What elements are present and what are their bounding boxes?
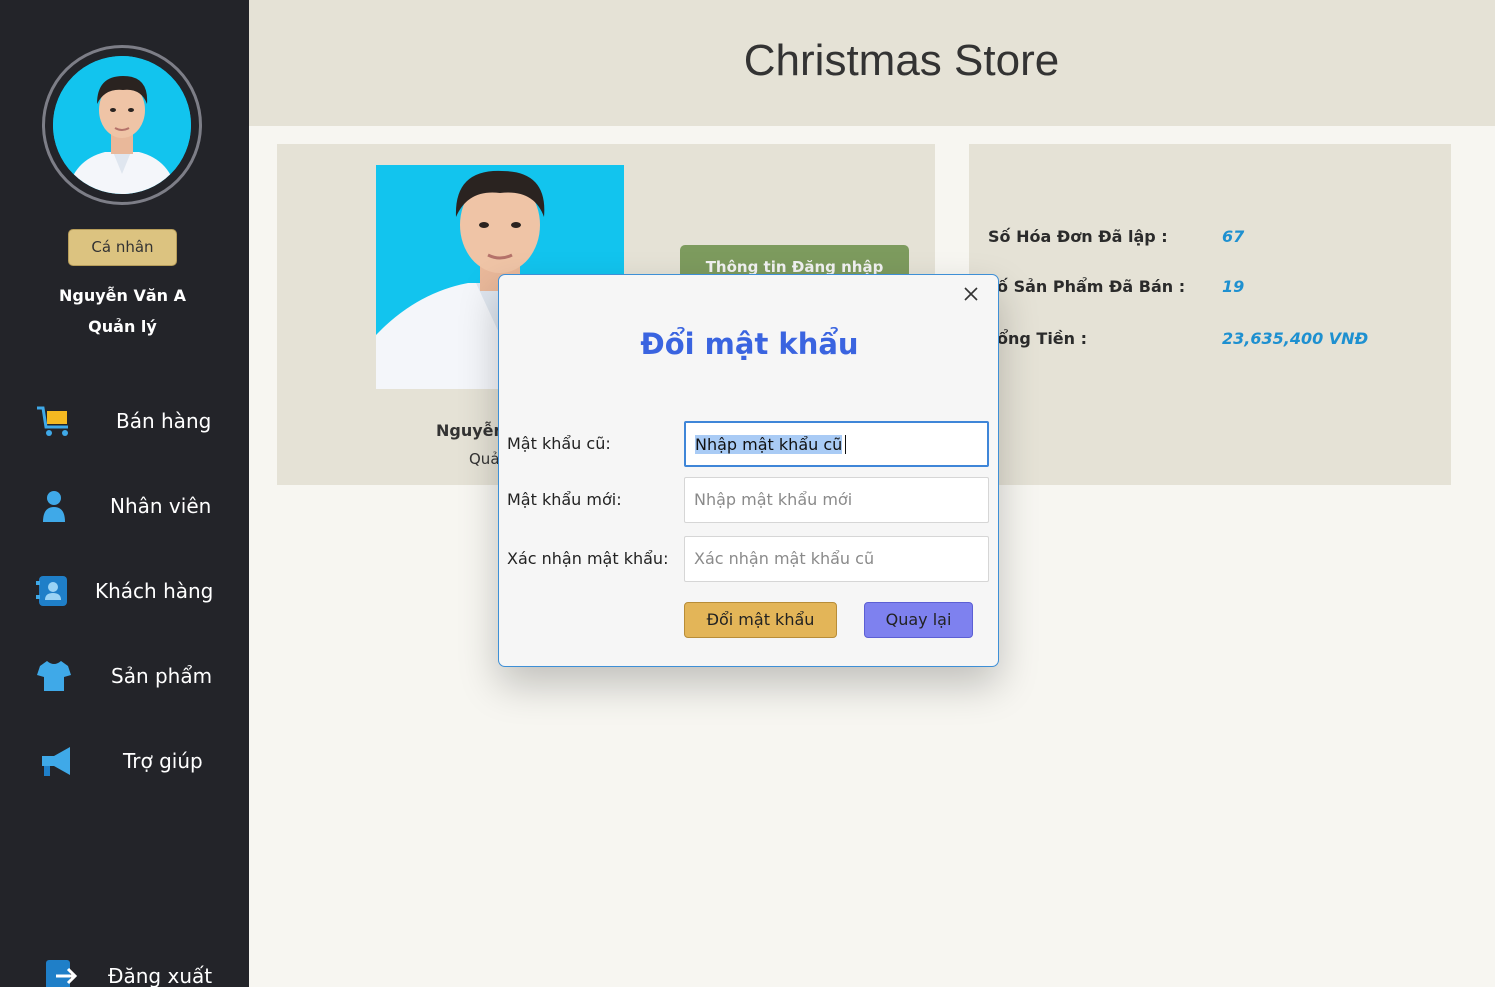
confirm-password-placeholder: Xác nhận mật khẩu cũ xyxy=(694,549,875,568)
old-password-label: Mật khẩu cũ: xyxy=(507,434,611,453)
sidebar-user-role: Quản lý xyxy=(88,317,157,336)
old-password-field[interactable]: Nhập mật khẩu cũ xyxy=(684,421,989,467)
sidebar-item-label: Nhân viên xyxy=(110,494,212,518)
sidebar-item-label: Đăng xuất xyxy=(108,964,213,987)
sidebar-item-label: Sản phẩm xyxy=(111,664,213,688)
person-icon xyxy=(43,491,65,522)
change-password-dialog: Đổi mật khẩu Mật khẩu cũ: Nhập mật khẩu … xyxy=(498,274,999,667)
sidebar-item-customers[interactable]: Khách hàng xyxy=(0,561,249,621)
back-button[interactable]: Quay lại xyxy=(864,602,973,638)
sidebar-item-sales[interactable]: Bán hàng xyxy=(0,391,249,451)
contact-icon xyxy=(36,576,67,606)
sidebar-item-employees[interactable]: Nhân viên xyxy=(0,476,249,536)
avatar-photo xyxy=(53,56,191,194)
sidebar-item-label: Bán hàng xyxy=(116,409,212,433)
sidebar-item-label: Trợ giúp xyxy=(123,749,203,773)
total-value: 23,635,400 VNĐ xyxy=(1222,329,1369,348)
sidebar-item-logout[interactable]: Đăng xuất xyxy=(0,944,249,987)
sidebar: Cá nhân Nguyễn Văn A Quản lý Bán hàng Nh… xyxy=(0,0,249,987)
logout-icon xyxy=(46,960,78,987)
megaphone-icon xyxy=(42,747,70,776)
new-password-field[interactable]: Nhập mật khẩu mới xyxy=(684,477,989,523)
old-password-value: Nhập mật khẩu cũ xyxy=(695,435,843,454)
cart-icon xyxy=(37,406,68,436)
stats-panel: Số Hóa Đơn Đã lập : 67 ố Sản Phẩm Đã Bán… xyxy=(969,144,1451,485)
new-password-label: Mật khẩu mới: xyxy=(507,490,622,509)
new-password-placeholder: Nhập mật khẩu mới xyxy=(694,490,853,509)
sidebar-item-label: Khách hàng xyxy=(95,579,214,603)
change-password-button[interactable]: Đổi mật khẩu xyxy=(684,602,837,638)
products-sold-value: 19 xyxy=(1222,277,1245,296)
profile-name: Nguyễn xyxy=(436,421,505,440)
confirm-password-label: Xác nhận mật khẩu: xyxy=(507,549,669,568)
close-icon[interactable] xyxy=(960,283,982,305)
shirt-icon xyxy=(37,661,71,691)
profile-role: Quả xyxy=(469,450,500,468)
page-header: Christmas Store xyxy=(249,0,1495,126)
sidebar-user-name: Nguyễn Văn A xyxy=(59,286,186,305)
invoices-label: Số Hóa Đơn Đã lập : xyxy=(988,227,1168,246)
sidebar-item-help[interactable]: Trợ giúp xyxy=(0,731,249,791)
page-title: Christmas Store xyxy=(743,36,1060,85)
sidebar-item-products[interactable]: Sản phẩm xyxy=(0,646,249,706)
app-window: Cá nhân Nguyễn Văn A Quản lý Bán hàng Nh… xyxy=(0,0,1495,987)
confirm-password-field[interactable]: Xác nhận mật khẩu cũ xyxy=(684,536,989,582)
products-sold-label: ố Sản Phẩm Đã Bán : xyxy=(997,277,1186,296)
invoices-value: 67 xyxy=(1222,227,1245,246)
profile-button[interactable]: Cá nhân xyxy=(68,229,177,266)
avatar xyxy=(42,45,202,205)
dialog-title: Đổi mật khẩu xyxy=(640,327,859,361)
total-label: ổng Tiền : xyxy=(997,329,1088,348)
